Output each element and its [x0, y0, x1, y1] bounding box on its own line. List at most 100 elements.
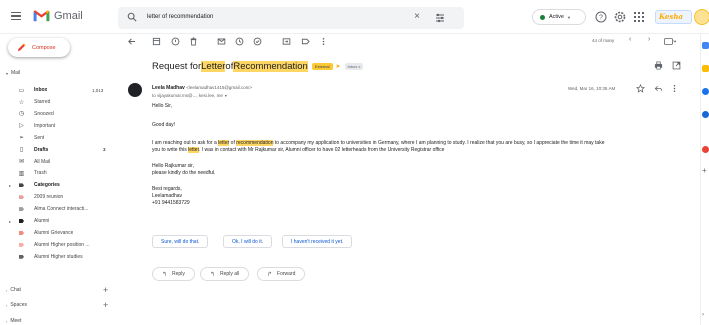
chat-section-header[interactable]: › Chat: [6, 287, 21, 293]
search-icon[interactable]: [127, 12, 137, 22]
help-icon[interactable]: ?: [595, 11, 607, 23]
open-in-new-window-icon[interactable]: [672, 61, 681, 70]
reply-icon[interactable]: [654, 84, 663, 93]
back-arrow-icon[interactable]: [127, 37, 136, 46]
input-tools-icon[interactable]: [664, 38, 676, 45]
chevron-right-icon: ›: [6, 318, 8, 324]
add-task-icon[interactable]: [253, 37, 262, 46]
sender-avatar[interactable]: [128, 83, 142, 97]
top-bar: Gmail letter of recommendation × Active …: [0, 0, 709, 34]
addon-icon[interactable]: [702, 146, 709, 153]
spaces-section-header[interactable]: › Spaces: [6, 302, 27, 308]
new-space-icon[interactable]: +: [103, 301, 108, 310]
sidebar-item-label: Alumni: [34, 218, 50, 225]
search-bar[interactable]: letter of recommendation ×: [118, 7, 464, 29]
settings-gear-icon[interactable]: [614, 11, 626, 23]
sidebar-item-categories[interactable]: ▸ Categories: [0, 180, 115, 190]
chevron-down-icon: ▾: [6, 70, 9, 76]
sidebar-item-alumni-higher-position[interactable]: Alumni Higher position ...: [0, 240, 115, 250]
search-options-icon[interactable]: [434, 12, 446, 24]
tasks-icon[interactable]: [702, 88, 709, 95]
pager-count: 44 of many: [592, 38, 615, 43]
calendar-icon[interactable]: [702, 42, 709, 49]
compose-button[interactable]: Compose: [8, 38, 70, 57]
body-paragraph-2-line-2: please kindly do the needful.: [152, 170, 216, 176]
meet-section-label: Meet: [10, 318, 22, 324]
label-icon: [18, 206, 25, 213]
sidebar-item-all-mail[interactable]: ✉ All Mail: [0, 156, 115, 166]
sidebar-item-label: Drafts: [34, 146, 49, 153]
print-icon[interactable]: [654, 61, 663, 70]
sidebar-item-important[interactable]: ▷ Important: [0, 121, 115, 131]
mail-section-header[interactable]: ▾ Mail: [6, 70, 20, 76]
chevron-right-icon[interactable]: ›: [648, 36, 650, 43]
more-vert-icon[interactable]: [670, 84, 679, 93]
mark-unread-icon[interactable]: [217, 37, 226, 46]
more-vert-icon[interactable]: [319, 37, 328, 46]
search-input[interactable]: letter of recommendation: [147, 14, 213, 20]
sidebar-item-2009-reunion[interactable]: 2009 reunion: [0, 192, 115, 202]
smart-reply-chip[interactable]: I haven't received it yet.: [282, 235, 353, 248]
sidebar-item-drafts[interactable]: ▯ Drafts 3: [0, 145, 115, 155]
sidebar-item-alumni[interactable]: ▸ Alumni: [0, 216, 115, 226]
sidebar-item-snoozed[interactable]: ◷ Snoozed: [0, 109, 115, 119]
all-mail-icon: ✉: [18, 159, 25, 166]
search-highlight: letter: [188, 147, 199, 153]
smart-reply-chip[interactable]: Ok, I will do it.: [223, 235, 273, 248]
side-panel: [700, 34, 709, 325]
important-marker-icon[interactable]: ➤: [336, 63, 341, 70]
delete-icon[interactable]: [189, 37, 198, 46]
gmail-m-icon: [33, 10, 50, 22]
chevron-right-icon[interactable]: ▸: [9, 183, 11, 188]
external-label-badge[interactable]: External: [311, 63, 333, 70]
app-name: Gmail: [54, 9, 83, 22]
pencil-icon: [17, 43, 26, 52]
contacts-icon[interactable]: [702, 111, 709, 118]
recipients-line[interactable]: to vijayakumar.ms@..., kesi.lee, me ▼: [152, 93, 228, 98]
meet-section-header[interactable]: › Meet: [6, 318, 21, 324]
smart-reply-chip[interactable]: Sure, will do that.: [152, 235, 209, 248]
move-to-icon[interactable]: [282, 37, 291, 46]
sidebar-item-label: Categories: [34, 182, 60, 189]
gmail-logo[interactable]: Gmail: [33, 9, 83, 22]
body-paragraph-2-line-1: Hello Rajkumar sir,: [152, 163, 194, 169]
account-avatar[interactable]: [694, 9, 709, 25]
clear-search-icon[interactable]: ×: [411, 11, 423, 23]
sidebar-item-alumni-higher-studies[interactable]: Alumni Higher studies: [0, 252, 115, 262]
label-icon: [18, 182, 25, 189]
sidebar-item-starred[interactable]: ☆ Starred: [0, 97, 115, 107]
keep-icon[interactable]: [702, 65, 709, 72]
status-selector[interactable]: Active ▼: [532, 9, 586, 25]
chevron-down-icon[interactable]: ▼: [224, 94, 227, 98]
chevron-right-icon[interactable]: ›: [702, 312, 704, 318]
sidebar-item-sent[interactable]: ➢ Sent: [0, 133, 115, 143]
star-icon[interactable]: [636, 84, 645, 93]
snooze-icon[interactable]: [235, 37, 244, 46]
sender-name[interactable]: Leela Madhav: [152, 85, 185, 91]
report-spam-icon[interactable]: [171, 37, 180, 46]
reply-button[interactable]: ↰ Reply: [152, 267, 195, 281]
label-icon[interactable]: [301, 37, 310, 46]
signature-line-3: +91 9441583729: [152, 200, 190, 206]
chevron-right-icon: ›: [6, 287, 8, 293]
organization-logo[interactable]: Kesha: [655, 10, 692, 24]
main-menu-icon[interactable]: [11, 12, 21, 20]
chevron-right-icon[interactable]: ▸: [9, 219, 11, 224]
body-text: you to write this: [152, 147, 189, 153]
apps-grid-icon[interactable]: [633, 11, 645, 23]
archive-icon[interactable]: [152, 37, 161, 46]
sidebar-item-alumni-grievance[interactable]: Alumni Grievance: [0, 228, 115, 238]
sidebar-item-trash[interactable]: ▥ Trash: [0, 168, 115, 178]
label-icon: [18, 194, 25, 201]
reply-all-button[interactable]: ↰ Reply all: [200, 267, 250, 281]
signature-line-2: Leelamadhav: [152, 193, 183, 199]
forward-button[interactable]: ↱ Forward: [257, 267, 306, 281]
subject-highlight-recommendation: Recommendation: [233, 61, 308, 72]
reply-all-icon: ↰: [210, 271, 216, 278]
sidebar-item-alma-connect-interacti[interactable]: Alma Connect interacti...: [0, 204, 115, 214]
inbox-label-badge[interactable]: Inbox x: [344, 63, 364, 70]
new-chat-icon[interactable]: +: [103, 286, 108, 295]
chevron-left-icon[interactable]: ‹: [629, 36, 631, 43]
sidebar-item-inbox[interactable]: ▭ Inbox 1,013: [0, 85, 115, 95]
get-addons-icon[interactable]: +: [702, 166, 707, 175]
